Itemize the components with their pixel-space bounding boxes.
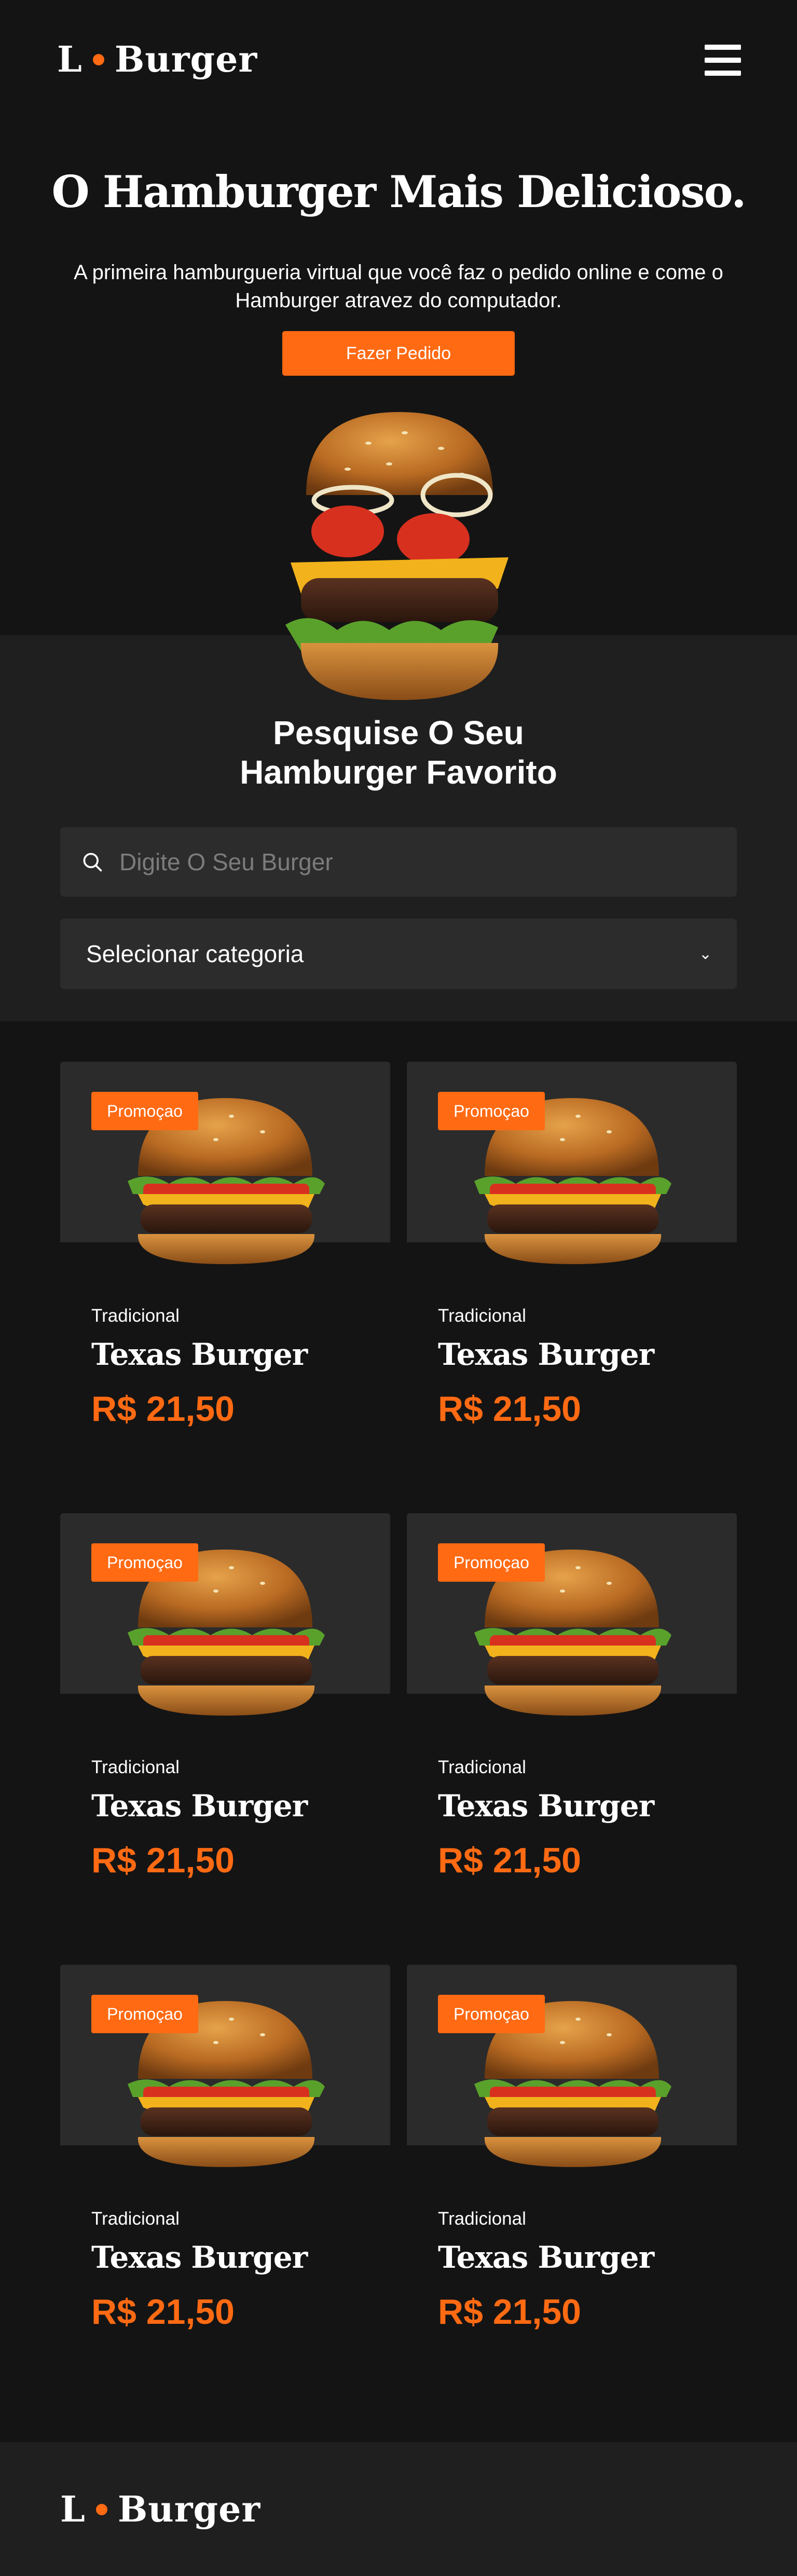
promo-badge: Promoçao (438, 1543, 545, 1582)
logo-dot-icon (95, 2504, 107, 2515)
chevron-down-icon: ⌄ (698, 945, 712, 963)
product-price: R$ 21,50 (91, 1841, 235, 1880)
category-select-label: Selecionar categoria (86, 940, 304, 967)
search-heading: Pesquise O Seu Hamburger Favorito (0, 713, 797, 792)
product-name[interactable]: Texas Burger (91, 1337, 308, 1372)
product-name[interactable]: Texas Burger (438, 2240, 654, 2275)
logo-letter: L (60, 2489, 86, 2530)
product-category: Tradicional (438, 1306, 526, 1326)
product-category: Tradicional (91, 1306, 180, 1326)
promo-badge: Promoçao (438, 1092, 545, 1130)
product-category: Tradicional (438, 2209, 526, 2229)
product-name[interactable]: Texas Burger (438, 1337, 654, 1372)
search-field[interactable] (60, 827, 737, 897)
menu-bar (705, 58, 741, 63)
logo-dot-icon (92, 54, 104, 65)
search-input[interactable] (119, 848, 737, 876)
product-card[interactable]: Promoçao Tradicional Texas Burger R$ 21,50 (407, 1062, 737, 1429)
product-category: Tradicional (91, 2209, 180, 2229)
product-name[interactable]: Texas Burger (91, 2240, 308, 2275)
category-select[interactable]: Selecionar categoria ⌄ (60, 919, 737, 989)
product-price: R$ 21,50 (438, 1841, 581, 1880)
product-price: R$ 21,50 (91, 1389, 235, 1429)
footer-logo[interactable]: L Burger (60, 2484, 260, 2536)
promo-badge: Promoçao (91, 1092, 198, 1130)
product-price: R$ 21,50 (438, 1389, 581, 1429)
order-button[interactable]: Fazer Pedido (282, 331, 515, 376)
site-header: L Burger (0, 0, 797, 119)
product-category: Tradicional (438, 1757, 526, 1777)
hero-burger-image (285, 412, 509, 700)
logo-letter: L (57, 39, 83, 80)
product-card[interactable]: Promoçao Tradicional Texas Burger R$ 21,50 (407, 1513, 737, 1880)
brand-logo[interactable]: L Burger (57, 36, 257, 83)
search-heading-line2: Hamburger Favorito (240, 753, 557, 791)
hero-title: O Hamburger Mais Delicioso. (51, 166, 747, 217)
product-name[interactable]: Texas Burger (91, 1788, 308, 1824)
product-card[interactable]: Promoçao Tradicional Texas Burger R$ 21,50 (60, 1062, 390, 1429)
promo-badge: Promoçao (438, 1995, 545, 2033)
logo-word: Burger (117, 2489, 261, 2530)
hamburger-menu-icon[interactable] (705, 42, 741, 79)
promo-badge: Promoçao (91, 1995, 198, 2033)
product-price: R$ 21,50 (91, 2292, 235, 2332)
search-icon (83, 853, 102, 872)
search-heading-line1: Pesquise O Seu (273, 714, 524, 751)
menu-bar (705, 45, 741, 50)
product-card[interactable]: Promoçao Tradicional Texas Burger R$ 21,50 (60, 1965, 390, 2332)
site-footer: L Burger (0, 2442, 797, 2576)
product-name[interactable]: Texas Burger (438, 1788, 654, 1824)
promo-badge: Promoçao (91, 1543, 198, 1582)
menu-bar (705, 71, 741, 76)
product-card[interactable]: Promoçao Tradicional Texas Burger R$ 21,50 (60, 1513, 390, 1880)
logo-word: Burger (114, 39, 258, 80)
hero-subtitle: A primeira hamburgueria virtual que você… (74, 261, 723, 312)
product-card[interactable]: Promoçao Tradicional Texas Burger R$ 21,50 (407, 1965, 737, 2332)
product-price: R$ 21,50 (438, 2292, 581, 2332)
product-category: Tradicional (91, 1757, 180, 1777)
